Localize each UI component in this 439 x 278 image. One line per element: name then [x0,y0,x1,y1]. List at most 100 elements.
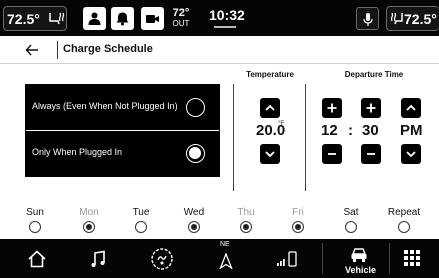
home-icon [28,250,46,268]
back-button[interactable] [25,40,39,62]
outside-temp-value: 72° [172,7,190,19]
home-button[interactable] [22,239,52,278]
temperature-title: Temperature [246,70,294,79]
plus-icon [327,103,337,113]
day-radio[interactable] [29,221,41,233]
departure-hour: 12 [321,122,338,139]
day-radio[interactable] [188,221,200,233]
departure-time-title: Departure Time [344,70,404,79]
day-label: Sun [26,207,44,218]
outside-temperature: 72° OUT [172,7,190,28]
person-icon [88,12,101,25]
camera-icon [146,15,159,23]
temperature-unit: °F [278,121,285,127]
voice-button[interactable] [356,7,379,30]
clock-underline [214,26,236,28]
charge-schedule-panel: Charge Schedule Always (Even When Not Pl… [0,36,439,239]
temperature-up-button[interactable] [260,98,280,118]
plus-icon [366,103,376,113]
seat-heat-icon [390,11,404,29]
passenger-climate-button[interactable]: 72.5° [386,6,439,31]
nav-divider [322,243,323,274]
driver-climate-button[interactable]: 72.5° [3,6,67,31]
day-radio[interactable] [292,221,304,233]
navigation-icon [219,253,233,269]
day-label: Wed [183,207,205,218]
apps-grid-icon [404,250,420,266]
day-label: Mon [79,207,99,218]
page-title: Charge Schedule [63,43,153,55]
driver-temp: 72.5° [7,11,40,27]
clock: 10:32 [209,7,245,23]
day-radio[interactable] [345,221,357,233]
day-label: Tue [132,207,150,218]
phone-button[interactable] [272,239,302,278]
phone-signal-icon [277,251,297,267]
day-radio[interactable] [240,221,252,233]
music-icon [91,250,105,267]
status-bar: 72.5° 72° OUT 10:32 72.5° [0,0,439,36]
bell-icon [116,12,129,26]
ampm-down-button[interactable] [401,144,421,164]
day-sun[interactable]: Sun [15,207,55,233]
day-label: Fri [292,207,304,218]
chevron-down-icon [265,151,275,158]
temperature-down-button[interactable] [260,144,280,164]
screen-header: Charge Schedule [0,36,439,64]
navigation-button[interactable]: NE [213,239,239,278]
option-radio-selected[interactable] [186,144,205,163]
day-label: Repeat [387,207,421,218]
minus-icon [328,153,336,155]
column-divider [233,84,234,191]
camera-button[interactable] [141,7,164,30]
media-button[interactable] [84,239,114,278]
day-wed[interactable]: Wed [174,207,214,233]
vehicle-icon [351,248,367,262]
microphone-icon [363,13,373,26]
header-divider [57,41,58,59]
outside-temp-label: OUT [172,19,190,28]
day-radio[interactable] [135,221,147,233]
chevron-up-icon [406,104,416,111]
arrow-left-icon [25,44,38,56]
day-tue[interactable]: Tue [121,207,161,233]
day-sat[interactable]: Sat [331,207,371,233]
seat-heat-icon [47,11,65,29]
day-thu[interactable]: Thu [226,207,266,233]
day-fri[interactable]: Fri [278,207,318,233]
day-radio[interactable] [83,221,95,233]
minute-increase-button[interactable] [361,98,381,118]
comfort-button[interactable] [145,239,179,278]
option-radio[interactable] [186,98,205,117]
nav-divider [389,243,390,274]
repeat-option[interactable]: Repeat [384,207,424,233]
vehicle-label: Vehicle [345,265,377,275]
compass-heading: NE [220,241,230,248]
minute-decrease-button[interactable] [361,144,381,164]
minus-icon [367,153,375,155]
option-always[interactable]: Always (Even When Not Plugged In) [26,85,219,130]
departure-minute: 30 [362,122,379,139]
ampm-up-button[interactable] [401,98,421,118]
hour-increase-button[interactable] [322,98,342,118]
chevron-up-icon [265,104,275,111]
option-label: Always (Even When Not Plugged In) [32,101,178,111]
hour-decrease-button[interactable] [322,144,342,164]
notifications-button[interactable] [111,7,134,30]
passenger-temp: 72.5° [404,11,437,27]
day-label: Thu [237,207,255,218]
departure-colon: : [348,122,353,139]
hands-free-icon [151,248,173,270]
day-label: Sat [343,207,359,218]
profile-button[interactable] [83,7,106,30]
bottom-nav: NE Vehicle [0,239,439,278]
charge-option-list: Always (Even When Not Plugged In) Only W… [25,84,220,177]
day-mon[interactable]: Mon [69,207,109,233]
departure-ampm: PM [400,122,423,139]
column-divider [305,84,306,191]
option-only-plugged-in[interactable]: Only When Plugged In [26,131,219,176]
day-radio[interactable] [398,221,410,233]
chevron-down-icon [406,151,416,158]
apps-button[interactable] [397,239,427,278]
option-label: Only When Plugged In [32,147,123,157]
